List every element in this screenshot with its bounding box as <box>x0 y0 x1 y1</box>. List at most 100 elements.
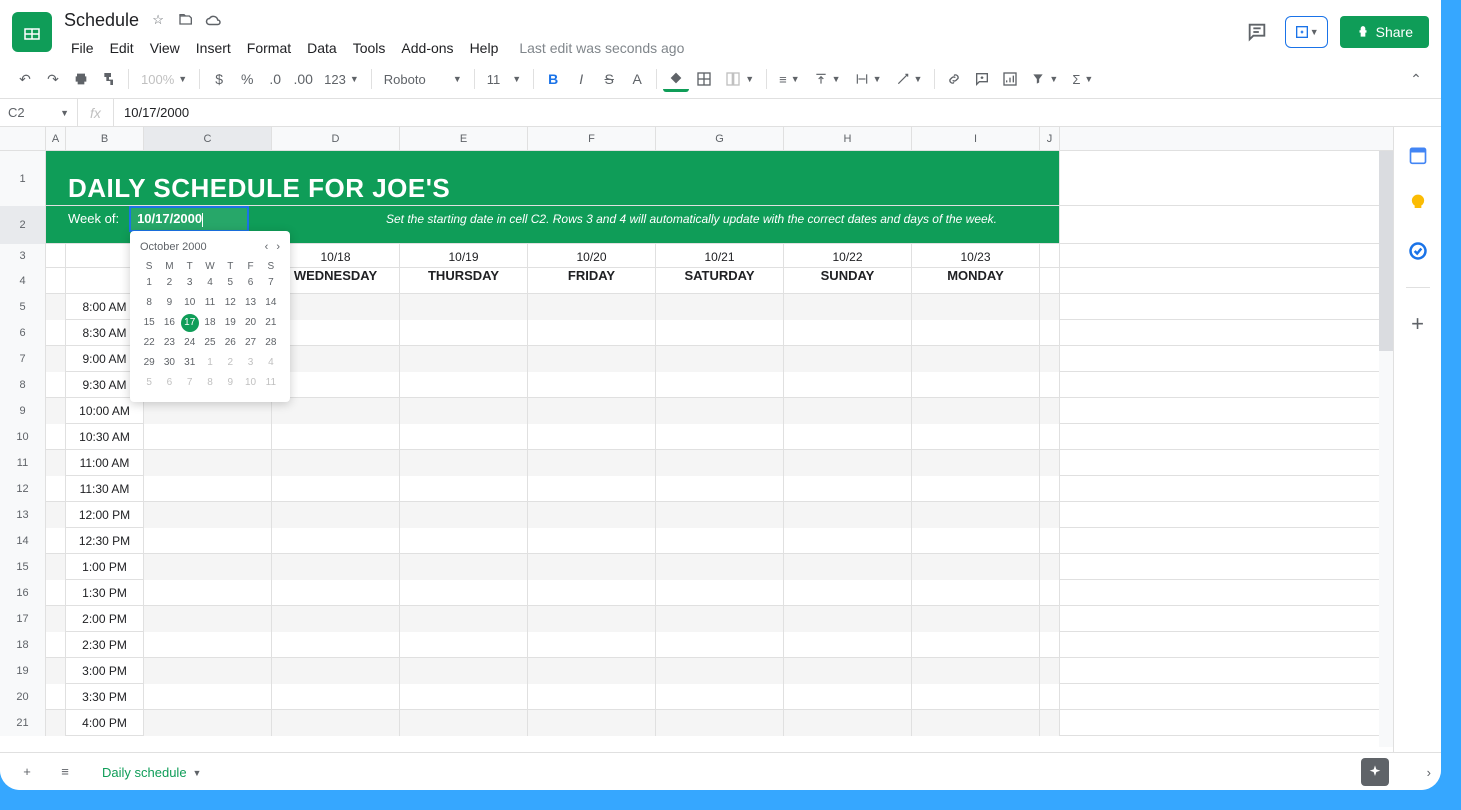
cell[interactable] <box>656 684 784 710</box>
cell[interactable] <box>912 424 1040 450</box>
cell[interactable] <box>912 710 1040 736</box>
name-box[interactable]: C2▼ <box>0 99 78 126</box>
present-button[interactable]: ▼ <box>1285 16 1328 48</box>
cell[interactable] <box>1040 710 1060 736</box>
time-cell[interactable]: 1:00 PM <box>66 554 144 580</box>
h-align-icon[interactable]: ≡▼ <box>773 66 806 92</box>
cell[interactable] <box>912 372 1040 398</box>
cell[interactable] <box>1040 606 1060 632</box>
cell[interactable] <box>400 476 528 502</box>
cell[interactable] <box>656 502 784 528</box>
cell[interactable]: 10/22 <box>784 244 912 268</box>
menu-data[interactable]: Data <box>300 36 344 60</box>
dp-day[interactable]: 8 <box>201 374 219 392</box>
cell[interactable] <box>46 684 66 710</box>
row-header-21[interactable]: 21 <box>0 710 46 736</box>
row-header-16[interactable]: 16 <box>0 580 46 606</box>
cell[interactable] <box>1040 450 1060 476</box>
cell[interactable] <box>46 450 66 476</box>
cell[interactable] <box>528 502 656 528</box>
cell[interactable] <box>912 606 1040 632</box>
cell[interactable] <box>784 320 912 346</box>
cell[interactable] <box>144 424 272 450</box>
cell[interactable] <box>656 294 784 320</box>
cell[interactable] <box>46 398 66 424</box>
dp-day[interactable]: 29 <box>140 354 158 372</box>
tasks-app-icon[interactable] <box>1406 239 1430 263</box>
cell[interactable] <box>784 684 912 710</box>
doc-title[interactable]: Schedule <box>64 10 139 31</box>
number-format-select[interactable]: 123▼ <box>318 66 365 92</box>
cell[interactable] <box>1040 658 1060 684</box>
fill-color-icon[interactable] <box>663 66 689 92</box>
dp-day[interactable]: 10 <box>181 294 199 312</box>
dp-day[interactable]: 22 <box>140 334 158 352</box>
cell[interactable] <box>46 502 66 528</box>
cell[interactable] <box>656 372 784 398</box>
cell[interactable] <box>144 450 272 476</box>
cell[interactable] <box>46 244 66 268</box>
cell[interactable] <box>528 476 656 502</box>
add-sheet-icon[interactable]: + <box>12 757 42 787</box>
menu-edit[interactable]: Edit <box>103 36 141 60</box>
dp-day[interactable]: 9 <box>160 294 178 312</box>
col-header-H[interactable]: H <box>784 127 912 150</box>
row-header-18[interactable]: 18 <box>0 632 46 658</box>
cell[interactable] <box>144 580 272 606</box>
filter-icon[interactable]: ▼ <box>1025 66 1064 92</box>
cell[interactable] <box>272 710 400 736</box>
cell[interactable] <box>784 372 912 398</box>
cell[interactable] <box>272 528 400 554</box>
cell[interactable] <box>400 502 528 528</box>
cell[interactable] <box>272 632 400 658</box>
cell[interactable] <box>1040 320 1060 346</box>
cell[interactable] <box>1040 528 1060 554</box>
cell[interactable] <box>528 320 656 346</box>
cell[interactable] <box>784 580 912 606</box>
cell[interactable] <box>912 580 1040 606</box>
scrollbar-vertical[interactable] <box>1379 151 1393 747</box>
cell[interactable]: WEDNESDAY <box>272 268 400 294</box>
dp-day[interactable]: 11 <box>201 294 219 312</box>
comment-icon[interactable] <box>969 66 995 92</box>
dp-day[interactable]: 17 <box>181 314 199 332</box>
cell[interactable] <box>656 346 784 372</box>
cell[interactable]: SATURDAY <box>656 268 784 294</box>
select-all-corner[interactable] <box>0 127 46 150</box>
cell[interactable] <box>912 684 1040 710</box>
time-cell[interactable]: 3:00 PM <box>66 658 144 684</box>
dp-day[interactable]: 1 <box>201 354 219 372</box>
cell[interactable] <box>656 658 784 684</box>
dp-day[interactable]: 23 <box>160 334 178 352</box>
cell[interactable] <box>46 580 66 606</box>
row-header-2[interactable]: 2 <box>0 206 46 244</box>
col-header-A[interactable]: A <box>46 127 66 150</box>
menu-insert[interactable]: Insert <box>189 36 238 60</box>
time-cell[interactable]: 2:30 PM <box>66 632 144 658</box>
cell[interactable] <box>912 450 1040 476</box>
dp-day[interactable]: 6 <box>160 374 178 392</box>
keep-app-icon[interactable] <box>1406 191 1430 215</box>
dp-day[interactable]: 6 <box>242 274 260 292</box>
cell[interactable] <box>528 658 656 684</box>
collapse-toolbar-icon[interactable]: ⌃ <box>1403 66 1429 92</box>
cell[interactable] <box>912 632 1040 658</box>
row-header-8[interactable]: 8 <box>0 372 46 398</box>
cell[interactable] <box>144 658 272 684</box>
row-header-4[interactable]: 4 <box>0 268 46 294</box>
cell[interactable] <box>784 554 912 580</box>
cell[interactable] <box>912 294 1040 320</box>
cell[interactable] <box>46 346 66 372</box>
cell[interactable] <box>784 398 912 424</box>
wrap-icon[interactable]: ▼ <box>849 66 888 92</box>
cell[interactable] <box>272 398 400 424</box>
col-header-C[interactable]: C <box>144 127 272 150</box>
last-edit[interactable]: Last edit was seconds ago <box>519 40 684 56</box>
cell[interactable] <box>46 528 66 554</box>
cell[interactable] <box>1040 684 1060 710</box>
row-header-19[interactable]: 19 <box>0 658 46 684</box>
cell[interactable] <box>784 528 912 554</box>
dp-day[interactable]: 3 <box>181 274 199 292</box>
cell[interactable] <box>272 372 400 398</box>
cell[interactable] <box>528 554 656 580</box>
